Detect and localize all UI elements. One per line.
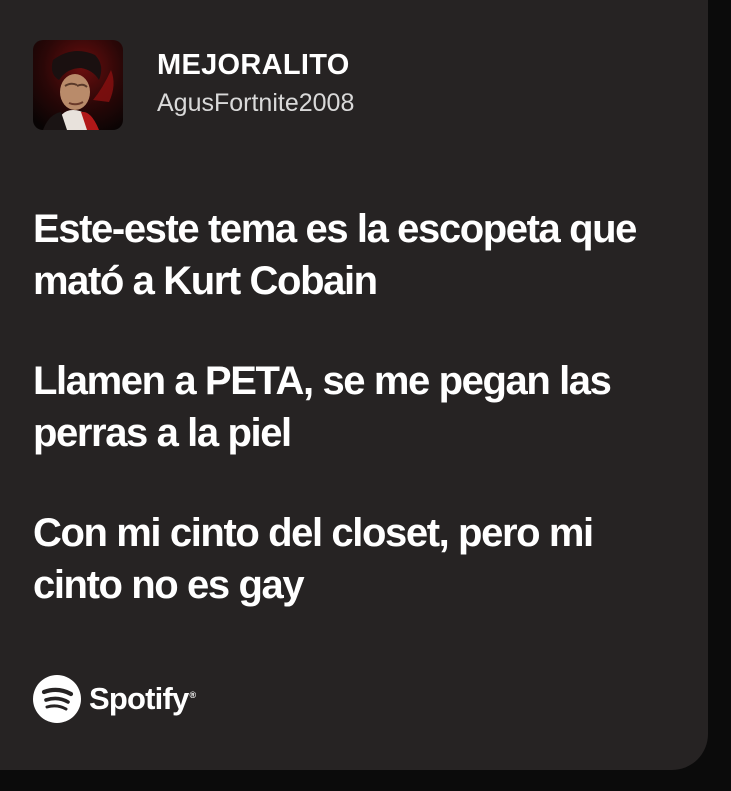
lyrics-block: Este-este tema es la escopeta que mató a… xyxy=(33,203,673,659)
lyric-line: Este-este tema es la escopeta que mató a… xyxy=(33,207,637,303)
spotify-logo-icon xyxy=(33,675,81,723)
artist-name: AgusFortnite2008 xyxy=(157,89,355,117)
lyrics-share-card: MEJORALITO AgusFortnite2008 Este-este te… xyxy=(0,0,708,770)
spotify-wordmark: Spotify® xyxy=(89,681,196,716)
song-meta: MEJORALITO AgusFortnite2008 xyxy=(157,48,354,118)
lyric-line: Llamen a PETA, se me pegan las perras a … xyxy=(33,359,612,455)
lyric-line: Con mi cinto del closet, pero mi cinto n… xyxy=(33,511,594,607)
album-cover xyxy=(33,40,123,130)
album-cover-image xyxy=(33,40,123,130)
song-title: MEJORALITO xyxy=(157,49,350,81)
spotify-branding: Spotify® xyxy=(33,675,196,723)
song-header: MEJORALITO AgusFortnite2008 xyxy=(33,40,354,130)
